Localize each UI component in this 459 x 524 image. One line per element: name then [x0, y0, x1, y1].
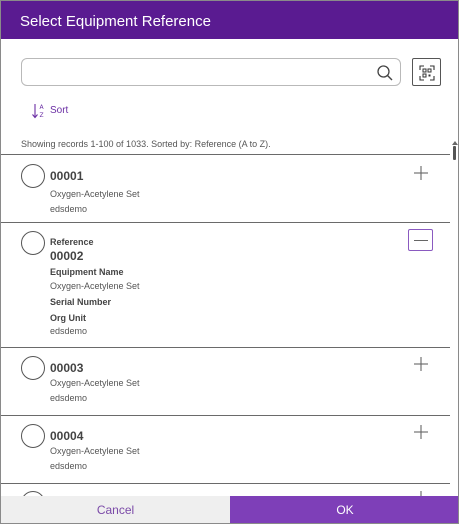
item-equipment-name: Oxygen-Acetylene Set: [50, 446, 140, 456]
radio-icon[interactable]: [21, 231, 45, 255]
radio-icon[interactable]: [21, 424, 45, 448]
reference-label: Reference: [50, 237, 94, 247]
item-equipment-name: Oxygen-Acetylene Set: [50, 378, 140, 388]
scroll-up-icon[interactable]: [452, 141, 458, 145]
equipment-name-label: Equipment Name: [50, 267, 124, 277]
equipment-list: 00001 Oxygen-Acetylene Set edsdemo Refer…: [1, 154, 450, 496]
expand-icon[interactable]: [412, 423, 430, 441]
list-item[interactable]: 00001 Oxygen-Acetylene Set edsdemo: [1, 154, 450, 222]
list-item[interactable]: 00003 Oxygen-Acetylene Set edsdemo: [1, 347, 450, 415]
sort-icon: A Z: [32, 104, 45, 119]
sort-label: Sort: [50, 105, 69, 116]
scan-button[interactable]: [412, 58, 441, 86]
item-equipment-name: Oxygen-Acetylene Set: [50, 189, 140, 199]
svg-text:Z: Z: [40, 112, 44, 119]
item-org-unit: edsdemo: [50, 326, 88, 336]
ok-button[interactable]: OK: [230, 496, 458, 523]
scroll-thumb[interactable]: [453, 146, 456, 160]
search-input[interactable]: [28, 62, 368, 82]
cancel-button[interactable]: Cancel: [1, 496, 230, 523]
scan-icon: [419, 65, 435, 81]
list-scrollbar[interactable]: [451, 141, 458, 496]
search-box[interactable]: [21, 58, 401, 86]
org-unit-label: Org Unit: [50, 313, 86, 323]
item-reference: 00003: [50, 361, 84, 375]
item-reference: 00001: [50, 169, 84, 183]
item-org-unit: edsdemo: [50, 204, 88, 214]
item-reference: 00004: [50, 429, 84, 443]
dialog-footer: Cancel OK: [1, 496, 458, 523]
item-equipment-name: Oxygen-Acetylene Set: [50, 281, 140, 291]
item-org-unit: edsdemo: [50, 461, 88, 471]
list-item[interactable]: [1, 483, 450, 496]
svg-text:A: A: [40, 104, 45, 111]
item-org-unit: edsdemo: [50, 393, 88, 403]
radio-icon[interactable]: [21, 356, 45, 380]
records-status: Showing records 1-100 of 1033. Sorted by…: [21, 139, 271, 149]
expand-icon[interactable]: [412, 489, 430, 496]
list-item[interactable]: Reference 00002 Equipment Name Oxygen-Ac…: [1, 222, 450, 347]
list-item[interactable]: 00004 Oxygen-Acetylene Set edsdemo: [1, 415, 450, 483]
expand-icon[interactable]: [412, 164, 430, 182]
dialog-titlebar: Select Equipment Reference: [1, 1, 458, 39]
collapse-icon[interactable]: [408, 229, 433, 251]
expand-icon[interactable]: [412, 355, 430, 373]
serial-number-label: Serial Number: [50, 297, 112, 307]
search-icon[interactable]: [376, 64, 394, 82]
item-reference: 00002: [50, 249, 84, 263]
radio-icon[interactable]: [21, 164, 45, 188]
dialog-title: Select Equipment Reference: [20, 13, 211, 30]
select-equipment-dialog: Select Equipment Reference A Z Sort Show…: [0, 0, 459, 524]
